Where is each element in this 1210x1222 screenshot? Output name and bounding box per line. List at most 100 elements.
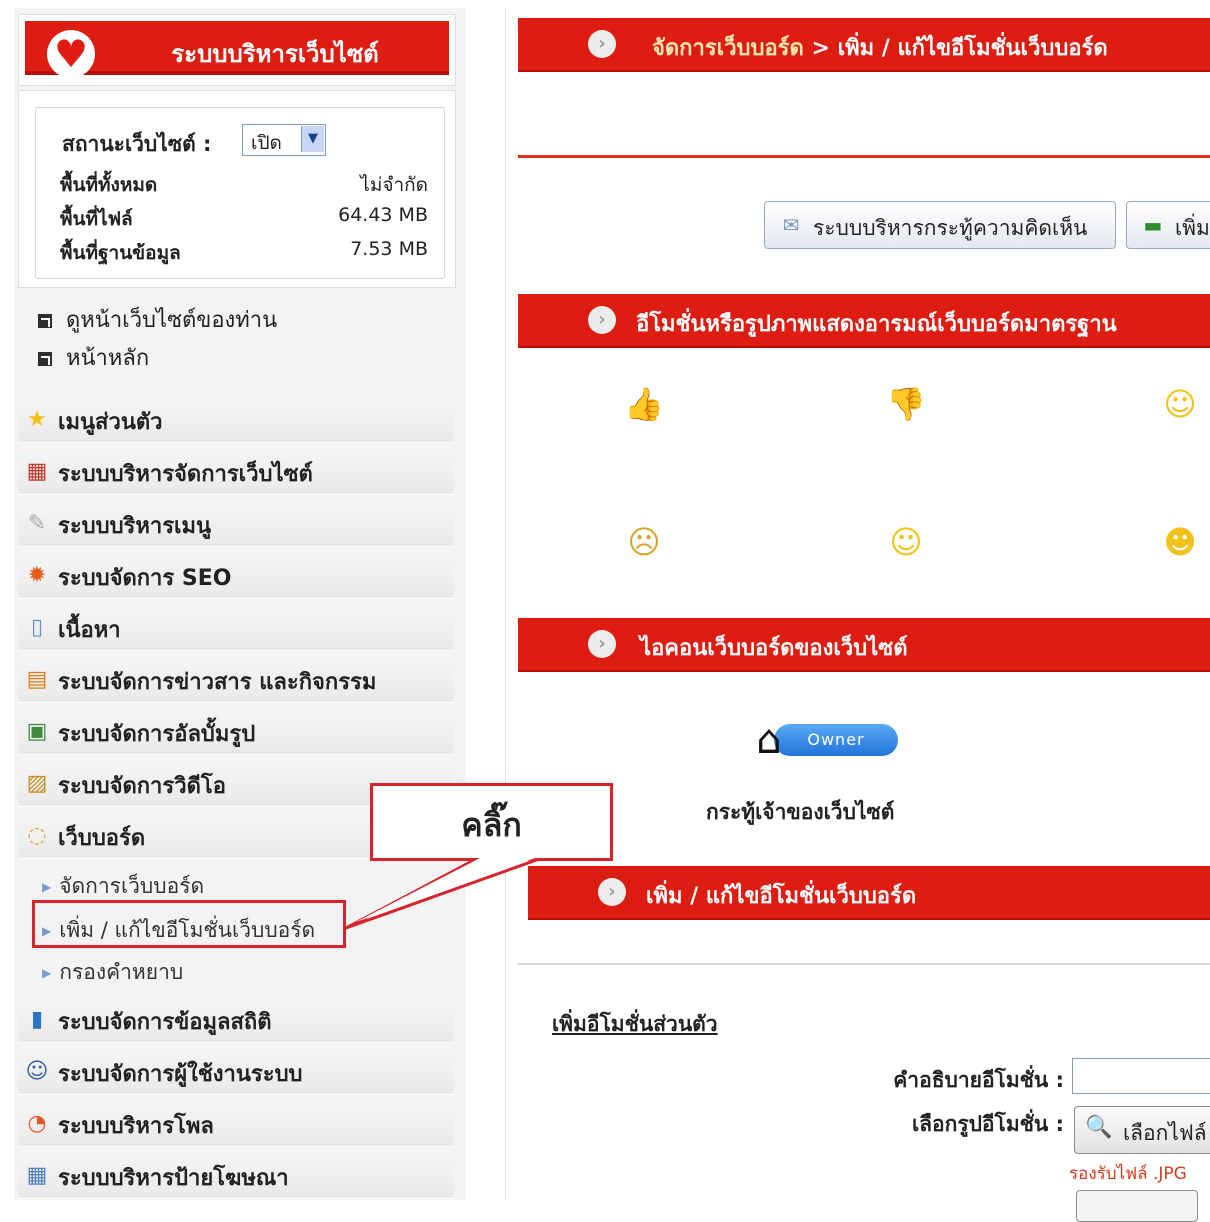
breadcrumb-bar: › จัดการเว็บบอร์ด > เพิ่ม / แก้ไขอีโมชั่… <box>518 18 1210 72</box>
chat-icon: ◌ <box>27 823 47 848</box>
arrow-right-icon: ▶ <box>42 966 52 980</box>
edit-section-title: เพิ่ม / แก้ไขอีโมชั่นเว็บบอร์ด <box>646 884 917 909</box>
banner-icon: ▦ <box>26 1163 48 1188</box>
submenu-label: จัดการเว็บบอร์ด <box>59 874 205 898</box>
submenu-manage-webboard[interactable]: ▶ จัดการเว็บบอร์ด <box>42 870 204 903</box>
blocks-icon: ▦ <box>26 459 48 484</box>
choose-file-button[interactable]: 🔍 เลือกไฟล์ <box>1074 1106 1210 1154</box>
emotions-section-title: อีโมชั่นหรือรูปภาพแสดงอารมณ์เว็บบอร์ดมาต… <box>636 312 1117 337</box>
thumbs-up-icon[interactable]: 👍 <box>624 384 664 424</box>
callout-text: คลิ๊ก <box>461 806 522 844</box>
menu-site-admin[interactable]: ▦ ระบบบริหารจัดการเว็บไซต์ <box>18 446 454 495</box>
menu-album[interactable]: ▣ ระบบจัดการอัลบั้มรูป <box>18 706 454 755</box>
submenu-bad-words[interactable]: ▶ กรองคำหยาบ <box>42 956 183 989</box>
sidebar-title: ระบบบริหารเว็บไซต์ <box>171 40 379 68</box>
smile-icon[interactable]: ☺ <box>1160 384 1200 424</box>
menu-content[interactable]: ▯ เนื้อหา <box>18 602 454 651</box>
chevron-right-icon: › <box>588 306 616 334</box>
home-link[interactable]: หน้าหลัก <box>38 340 149 375</box>
image-label: เลือกรูปอีโมชั่น : <box>911 1112 1064 1136</box>
chevron-right-icon: › <box>588 630 616 658</box>
description-input[interactable] <box>1072 1058 1210 1094</box>
quota-value: ไม่จำกัด <box>360 174 428 196</box>
comment-icon: ✉ <box>782 213 800 237</box>
quota-label: พื้นที่ฐานข้อมูล <box>60 242 181 264</box>
menu-stats[interactable]: ▮ ระบบจัดการข้อมูลสถิติ <box>18 994 454 1043</box>
upload-button[interactable] <box>1076 1190 1198 1222</box>
menu-label: ระบบบริหารโพล <box>58 1114 214 1139</box>
menu-label: เว็บบอร์ด <box>58 826 146 851</box>
menu-label: ระบบจัดการ SEO <box>58 566 232 591</box>
description-label: คำอธิบายอีโมชั่น : <box>893 1068 1064 1092</box>
menu-label: เมนูส่วนตัว <box>58 410 163 435</box>
button-label: เลือกไฟล์ <box>1123 1121 1207 1145</box>
owner-caption: กระทู้เจ้าของเว็บไซต์ <box>706 800 895 824</box>
stats-icon: ▮ <box>30 1007 44 1032</box>
button-label: ระบบบริหารกระทู้ความคิดเห็น <box>813 216 1088 240</box>
video-icon: ▨ <box>26 771 48 796</box>
breadcrumb-current: เพิ่ม / แก้ไขอีโมชั่นเว็บบอร์ด <box>837 36 1108 61</box>
news-icon: ▤ <box>26 667 48 692</box>
mouse-icon: ✎ <box>27 511 47 536</box>
menu-label: ระบบจัดการข้อมูลสถิติ <box>58 1010 272 1035</box>
arrow-right-icon: ▶ <box>42 880 52 894</box>
breadcrumb: จัดการเว็บบอร์ด > เพิ่ม / แก้ไขอีโมชั่นเ… <box>652 30 1108 65</box>
main-content: › จัดการเว็บบอร์ด > เพิ่ม / แก้ไขอีโมชั่… <box>505 8 1210 1222</box>
menu-label: เนื้อหา <box>58 618 121 643</box>
divider <box>518 155 1210 158</box>
menu-users[interactable]: ☺ ระบบจัดการผู้ใช้งานระบบ <box>18 1046 454 1095</box>
menu-polls[interactable]: ◔ ระบบบริหารโพล <box>18 1098 454 1147</box>
site-status-label: สถานะเว็บไซต์ : <box>62 132 212 156</box>
confused-icon[interactable]: ☺ <box>886 522 926 562</box>
add-button[interactable]: ▬ เพิ่ม <box>1126 201 1210 249</box>
emotions-section-bar: › อีโมชั่นหรือรูปภาพแสดงอารมณ์เว็บบอร์ดม… <box>518 294 1210 348</box>
click-callout: คลิ๊ก <box>370 783 613 861</box>
button-label: เพิ่ม <box>1175 216 1210 240</box>
star-icon: ★ <box>27 407 47 432</box>
external-link-icon <box>38 352 52 366</box>
quota-label: พื้นที่ไฟล์ <box>60 208 133 230</box>
pie-icon: ◔ <box>27 1111 47 1136</box>
badge-icon: ✹ <box>27 563 47 588</box>
submenu-highlight-box <box>32 900 346 948</box>
comment-admin-button[interactable]: ✉ ระบบบริหารกระทู้ความคิดเห็น <box>764 201 1116 249</box>
chevron-right-icon: › <box>588 30 616 58</box>
icons-section-title: ไอคอนเว็บบอร์ดของเว็บไซต์ <box>640 636 908 661</box>
icons-section-bar: › ไอคอนเว็บบอร์ดของเว็บไซต์ <box>518 618 1210 672</box>
menu-label: ระบบบริหารป้ายโฆษณา <box>58 1166 289 1191</box>
chevron-down-icon[interactable]: ▼ <box>301 126 324 152</box>
menu-seo[interactable]: ✹ ระบบจัดการ SEO <box>18 550 454 599</box>
house-icon: ⌂ <box>756 717 782 763</box>
site-status-value: เปิด <box>251 132 282 154</box>
search-icon: 🔍 <box>1085 1115 1113 1140</box>
sad-icon[interactable]: ☹ <box>624 522 664 562</box>
wave-icon[interactable]: ☻ <box>1160 522 1200 562</box>
chevron-right-icon: › <box>598 878 626 906</box>
edit-section-bar: › เพิ่ม / แก้ไขอีโมชั่นเว็บบอร์ด <box>528 866 1210 920</box>
menu-menu-admin[interactable]: ✎ ระบบบริหารเมนู <box>18 498 454 547</box>
menu-label: ระบบจัดการวิดีโอ <box>58 774 226 799</box>
album-icon: ▣ <box>26 719 48 744</box>
site-status-select[interactable]: เปิด ▼ <box>242 124 326 156</box>
breadcrumb-separator: > <box>803 36 838 61</box>
menu-label: ระบบบริหารเมนู <box>58 514 212 539</box>
view-site-link-label: ดูหน้าเว็บไซต์ของท่าน <box>66 308 278 333</box>
quota-value: 7.53 MB <box>350 238 428 260</box>
menu-banners[interactable]: ▦ ระบบบริหารป้ายโฆษณา <box>18 1150 454 1199</box>
supported-files-note: รองรับไฟล์ .JPG <box>1069 1164 1187 1184</box>
external-link-icon <box>38 314 52 328</box>
thumbs-down-icon[interactable]: 👎 <box>886 384 926 424</box>
add-icon: ▬ <box>1143 213 1163 237</box>
quota-label: พื้นที่ทั้งหมด <box>60 174 158 196</box>
view-site-link[interactable]: ดูหน้าเว็บไซต์ของท่าน <box>38 302 277 337</box>
heart-logo-icon: ♥ <box>47 30 95 78</box>
add-emotion-heading: เพิ่มอีโมชั่นส่วนตัว <box>552 1012 718 1036</box>
submenu-label: กรองคำหยาบ <box>59 960 184 984</box>
menu-news[interactable]: ▤ ระบบจัดการข่าวสาร และกิจกรรม <box>18 654 454 703</box>
logo-bar: ♥ ระบบบริหารเว็บไซต์ <box>25 21 449 78</box>
menu-personal[interactable]: ★ เมนูส่วนตัว <box>18 394 454 443</box>
breadcrumb-link[interactable]: จัดการเว็บบอร์ด <box>652 36 804 61</box>
home-link-label: หน้าหลัก <box>66 346 150 371</box>
menu-label: ระบบจัดการผู้ใช้งานระบบ <box>58 1062 303 1087</box>
user-icon: ☺ <box>25 1059 49 1084</box>
